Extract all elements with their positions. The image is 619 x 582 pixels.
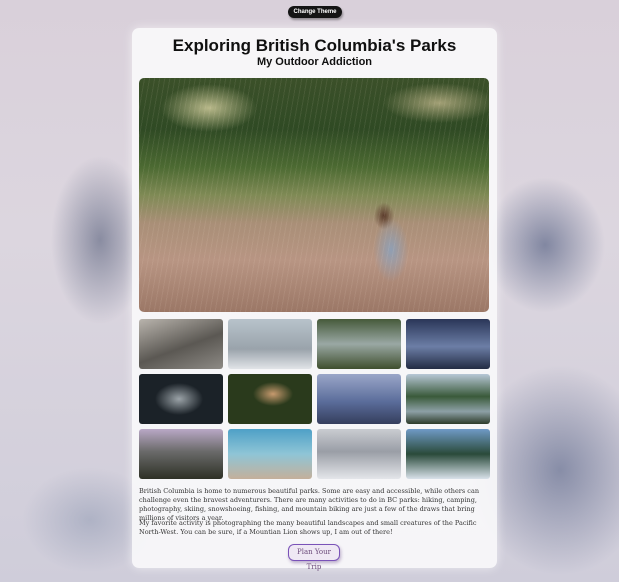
gallery-photo-snowy-forest: [406, 429, 490, 479]
gallery-photo-chipmunk: [228, 429, 312, 479]
description-paragraph: My favorite activity is photographing th…: [139, 519, 477, 536]
gallery-photo-waterfall: [317, 319, 401, 369]
gallery-photo-raven: [139, 319, 223, 369]
photo-gallery: [139, 319, 490, 479]
gallery-photo-raccoon: [139, 374, 223, 424]
hero-grass-texture: [139, 78, 489, 312]
gallery-photo-heron-city: [317, 374, 401, 424]
page-subtitle: My Outdoor Addiction: [256, 56, 373, 68]
gallery-photo-mushrooms: [228, 374, 312, 424]
gallery-photo-dusk-grass: [406, 319, 490, 369]
gallery-photo-river: [406, 374, 490, 424]
description-paragraph: British Columbia is home to numerous bea…: [139, 487, 480, 522]
hero-photo-woman-in-meadow: [139, 78, 489, 312]
gallery-photo-mountains: [139, 429, 223, 479]
gallery-photo-snowy-lake: [317, 429, 401, 479]
plan-your-trip-button[interactable]: Plan Your Trip: [288, 544, 340, 571]
gallery-photo-frosted-grass: [228, 319, 312, 369]
content-card: Exploring British Columbia's Parks My Ou…: [132, 28, 497, 571]
page-title: Exploring British Columbia's Parks: [172, 36, 457, 55]
change-theme-button[interactable]: Change Theme: [288, 6, 342, 18]
